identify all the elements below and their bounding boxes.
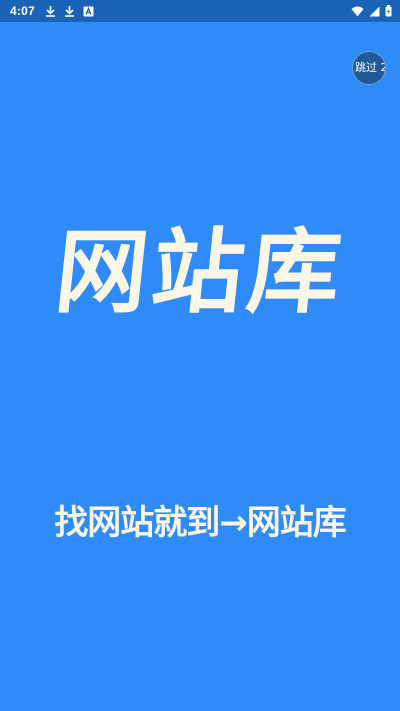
- download-icon: [64, 5, 75, 17]
- system-icons: [351, 5, 392, 17]
- download-icon: [45, 5, 56, 17]
- wifi-icon: [351, 6, 364, 17]
- battery-icon: [385, 5, 392, 17]
- status-time: 4:07: [10, 4, 35, 18]
- signal-icon: [369, 6, 380, 17]
- brand-logo: 网站库: [50, 219, 350, 326]
- skip-ad-button[interactable]: 跳过 2: [352, 51, 386, 85]
- status-bar: 4:07: [0, 0, 400, 22]
- notification-icons: [45, 5, 94, 17]
- splash-screen: 跳过 2 网站库 找网站就到→网站库: [0, 22, 400, 711]
- slogan-text: 找网站就到→网站库: [54, 503, 347, 543]
- text-a-icon: [83, 6, 94, 17]
